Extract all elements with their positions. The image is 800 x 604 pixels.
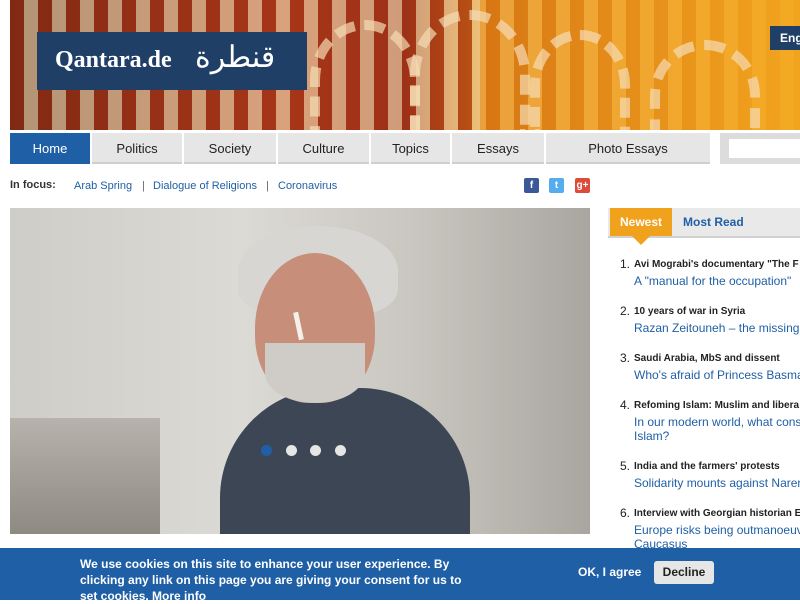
nav-essays[interactable]: Essays: [452, 133, 544, 164]
news-kicker[interactable]: Interview with Georgian historian E: [634, 508, 800, 519]
nav-home[interactable]: Home: [10, 133, 90, 164]
focus-separator: |: [142, 180, 145, 192]
news-number: 6.: [620, 506, 631, 520]
banner-arch: [310, 20, 420, 130]
site-logo[interactable]: Qantara.de قنطرة: [37, 32, 307, 90]
news-kicker[interactable]: India and the farmers' protests: [634, 461, 780, 472]
hero-carousel-image[interactable]: [10, 208, 590, 534]
search-box: [720, 133, 800, 164]
hero-shirt-shape: [220, 388, 470, 534]
news-kicker[interactable]: Avi Mograbi's documentary "The F: [634, 259, 799, 270]
ok-agree-button[interactable]: OK, I agree: [578, 565, 641, 579]
news-title-link[interactable]: Razan Zeitouneh – the missing: [634, 321, 800, 335]
more-info-link[interactable]: More info: [152, 589, 206, 603]
tab-active-arrow: [632, 236, 650, 245]
news-number: 1.: [620, 257, 631, 271]
decline-button[interactable]: Decline: [654, 561, 714, 584]
news-number: 2.: [620, 304, 631, 318]
tab-most-read[interactable]: Most Read: [683, 208, 744, 236]
cookie-message-text: We use cookies on this site to enhance y…: [80, 557, 462, 603]
carousel-dot-4[interactable]: [335, 445, 346, 456]
nav-society[interactable]: Society: [184, 133, 276, 164]
news-number: 3.: [620, 351, 631, 365]
in-focus-label: In focus:: [10, 179, 56, 191]
nav-topics[interactable]: Topics: [371, 133, 450, 164]
news-kicker[interactable]: Saudi Arabia, MbS and dissent: [634, 353, 780, 364]
nav-politics[interactable]: Politics: [92, 133, 182, 164]
tab-newest[interactable]: Newest: [610, 208, 672, 236]
news-title-link[interactable]: Who's afraid of Princess Basma: [634, 368, 800, 382]
news-number: 5.: [620, 459, 631, 473]
carousel-dot-1[interactable]: [261, 445, 272, 456]
focus-link-arab-spring[interactable]: Arab Spring: [74, 180, 132, 192]
focus-link-coronavirus[interactable]: Coronavirus: [278, 180, 337, 192]
logo-latin-text: Qantara.de: [55, 47, 172, 73]
hero-beard-shape: [265, 343, 365, 403]
banner-arch: [530, 30, 630, 130]
twitter-icon[interactable]: t: [549, 178, 564, 193]
language-button[interactable]: English: [770, 26, 800, 50]
news-title-link[interactable]: Europe risks being outmanoeuv Caucasus: [634, 523, 800, 551]
hero-shelf-shape: [10, 418, 160, 534]
carousel-dot-2[interactable]: [286, 445, 297, 456]
logo-arabic-text: قنطرة: [195, 40, 276, 75]
focus-link-dialogue-of-religions[interactable]: Dialogue of Religions: [153, 180, 257, 192]
nav-photo-essays[interactable]: Photo Essays: [546, 133, 710, 164]
news-title-link[interactable]: In our modern world, what cons Islam?: [634, 415, 800, 443]
cookie-message: We use cookies on this site to enhance y…: [80, 556, 480, 604]
news-kicker[interactable]: Refoming Islam: Muslim and libera: [634, 400, 799, 411]
focus-separator: |: [266, 180, 269, 192]
header-banner: Qantara.de قنطرة English: [10, 0, 800, 130]
facebook-icon[interactable]: f: [524, 178, 539, 193]
search-input[interactable]: [729, 139, 800, 158]
banner-arch: [410, 10, 530, 130]
news-title-link[interactable]: A "manual for the occupation": [634, 274, 800, 288]
nav-culture[interactable]: Culture: [278, 133, 369, 164]
news-title-link[interactable]: Solidarity mounts against Naren: [634, 476, 800, 490]
google-plus-icon[interactable]: g+: [575, 178, 590, 193]
carousel-dot-3[interactable]: [310, 445, 321, 456]
news-kicker[interactable]: 10 years of war in Syria: [634, 306, 745, 317]
news-number: 4.: [620, 398, 631, 412]
